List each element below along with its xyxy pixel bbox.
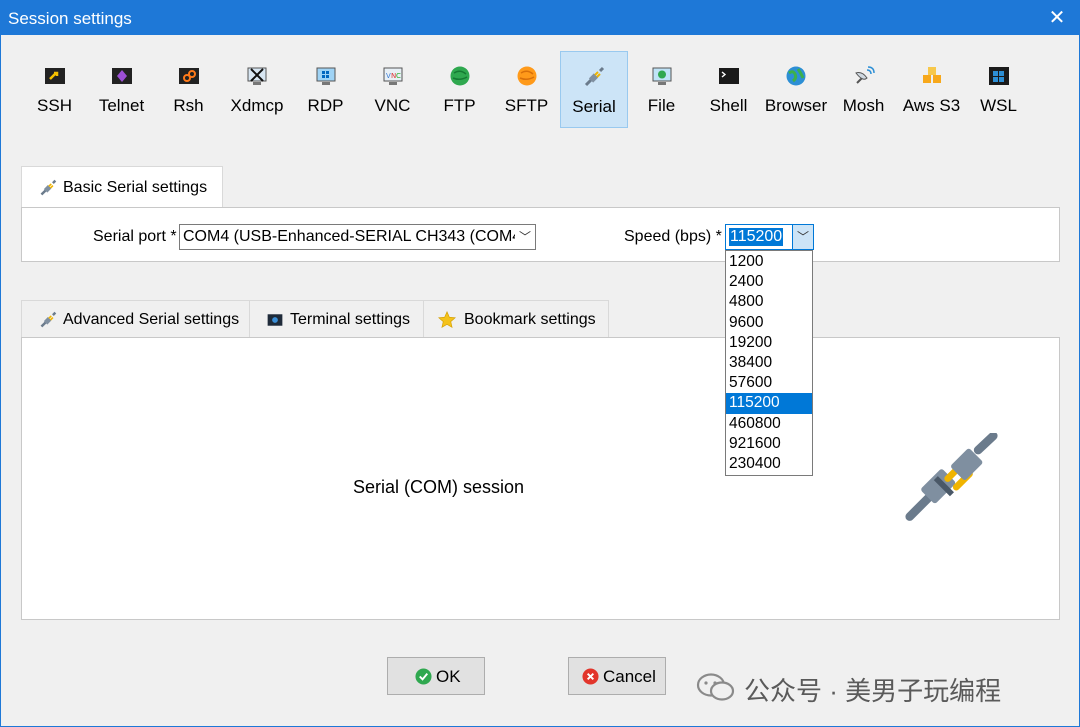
ssh-icon bbox=[44, 68, 65, 84]
serial-port-label: Serial port * bbox=[93, 228, 177, 245]
telnet-icon bbox=[111, 68, 132, 84]
cancel-label: Cancel bbox=[603, 667, 656, 686]
tool-ftp[interactable]: FTP bbox=[426, 51, 493, 128]
browser-globe-icon bbox=[786, 66, 806, 86]
basic-serial-settings-panel: Serial port * COM4 (USB-Enhanced-SERIAL … bbox=[21, 207, 1060, 262]
tool-wsl[interactable]: WSL bbox=[966, 51, 1031, 128]
tool-label: FTP bbox=[443, 96, 476, 115]
tool-telnet[interactable]: Telnet bbox=[88, 51, 155, 128]
wsl-windows-icon bbox=[988, 67, 1009, 85]
tab-label: Terminal settings bbox=[290, 311, 411, 328]
shell-icon bbox=[718, 68, 739, 84]
speed-option[interactable]: 230400 bbox=[726, 454, 812, 474]
tool-browser[interactable]: Browser bbox=[762, 51, 830, 128]
serial-plug-icon bbox=[40, 311, 57, 328]
terminal-icon bbox=[267, 314, 283, 326]
tool-label: Shell bbox=[709, 96, 748, 115]
session-type-toolbar: SSH Telnet Rsh Xdmcp RDP VNC VNC FTP SFT bbox=[21, 51, 1061, 129]
tool-label: SSH bbox=[37, 96, 72, 115]
tool-ssh[interactable]: SSH bbox=[21, 51, 88, 128]
star-icon bbox=[438, 311, 456, 329]
xdmcp-icon bbox=[247, 67, 267, 85]
speed-option[interactable]: 4800 bbox=[726, 292, 812, 312]
tab-bookmark-settings[interactable]: Bookmark settings bbox=[423, 300, 609, 338]
tool-label: Browser bbox=[764, 96, 828, 115]
serial-plug-icon bbox=[905, 433, 998, 521]
ok-label: OK bbox=[436, 667, 461, 686]
tool-label: Aws S3 bbox=[902, 96, 961, 115]
file-icon bbox=[652, 67, 671, 85]
tab-label: Bookmark settings bbox=[464, 311, 596, 328]
speed-option[interactable]: 2400 bbox=[726, 272, 812, 292]
tool-label: Serial bbox=[572, 97, 616, 116]
tool-shell[interactable]: Shell bbox=[695, 51, 762, 128]
session-settings-window: Session settings ✕ SSH Telnet Rsh Xdmcp … bbox=[0, 0, 1080, 727]
serial-port-select[interactable]: COM4 (USB-Enhanced-SERIAL CH343 (COM4 ﹀ bbox=[179, 224, 536, 250]
tool-label: File bbox=[647, 96, 676, 115]
vnc-icon: VNC bbox=[383, 67, 402, 85]
tool-label: VNC bbox=[374, 96, 411, 115]
speed-select[interactable]: 115200 ﹀ bbox=[725, 224, 814, 250]
speed-option[interactable]: 921600 bbox=[726, 434, 812, 454]
session-type-text: Serial (COM) session bbox=[353, 477, 525, 497]
title-bar[interactable]: Session settings ✕ bbox=[1, 1, 1079, 35]
tool-file[interactable]: File bbox=[628, 51, 695, 128]
ok-button[interactable]: OK bbox=[387, 657, 485, 695]
speed-option[interactable]: 9600 bbox=[726, 313, 812, 333]
chevron-down-icon[interactable]: ﹀ bbox=[792, 225, 813, 249]
tool-label: WSL bbox=[980, 96, 1017, 115]
mosh-satellite-icon bbox=[854, 66, 875, 84]
tool-vnc[interactable]: VNC VNC bbox=[359, 51, 426, 128]
serial-port-value: COM4 (USB-Enhanced-SERIAL CH343 (COM4 bbox=[183, 228, 522, 245]
serial-plug-icon bbox=[40, 179, 57, 196]
speed-option[interactable]: 57600 bbox=[726, 373, 812, 393]
tool-label: Rsh bbox=[173, 96, 204, 115]
rdp-icon bbox=[316, 67, 335, 85]
tool-label: Mosh bbox=[842, 96, 885, 115]
window-title: Session settings bbox=[8, 9, 132, 28]
tool-xdmcp[interactable]: Xdmcp bbox=[222, 51, 292, 128]
serial-plug-icon bbox=[584, 66, 605, 87]
rsh-icon bbox=[178, 68, 199, 84]
session-panel: Serial (COM) session bbox=[21, 337, 1060, 620]
watermark-text: 公众号 · 美男子玩编程 bbox=[744, 676, 1002, 706]
tool-label: RDP bbox=[307, 96, 344, 115]
check-icon bbox=[415, 668, 432, 685]
tab-label: Basic Serial settings bbox=[63, 179, 208, 196]
aws-s3-icon bbox=[922, 67, 941, 83]
tool-label: Xdmcp bbox=[230, 96, 284, 115]
tab-advanced-serial-settings[interactable]: Advanced Serial settings bbox=[21, 300, 250, 338]
tool-rsh[interactable]: Rsh bbox=[155, 51, 222, 128]
speed-value: 115200 bbox=[729, 228, 784, 246]
tool-sftp[interactable]: SFTP bbox=[493, 51, 560, 128]
speed-option[interactable]: 460800 bbox=[726, 414, 812, 434]
tool-serial[interactable]: Serial bbox=[560, 51, 628, 128]
tab-basic-serial-settings[interactable]: Basic Serial settings bbox=[21, 166, 223, 208]
speed-dropdown-list[interactable]: 1200 2400 4800 9600 19200 38400 57600 115200 460… bbox=[725, 250, 813, 476]
tool-aws-s3[interactable]: Aws S3 bbox=[897, 51, 966, 128]
ftp-icon bbox=[450, 66, 469, 86]
cancel-button[interactable]: Cancel bbox=[568, 657, 666, 695]
close-button[interactable]: ✕ bbox=[1041, 3, 1073, 33]
cancel-x-icon bbox=[582, 668, 599, 685]
speed-option[interactable]: 115200 bbox=[726, 393, 812, 414]
wechat-icon bbox=[696, 673, 735, 701]
svg-text:C: C bbox=[396, 72, 401, 80]
sftp-icon bbox=[517, 66, 536, 86]
tool-label: Telnet bbox=[98, 96, 145, 115]
tool-rdp[interactable]: RDP bbox=[292, 51, 359, 128]
tool-label: SFTP bbox=[504, 96, 549, 115]
tab-terminal-settings[interactable]: Terminal settings bbox=[249, 300, 424, 338]
speed-option[interactable]: 1200 bbox=[726, 252, 812, 272]
chevron-down-icon[interactable]: ﹀ bbox=[515, 225, 535, 249]
speed-option[interactable]: 38400 bbox=[726, 353, 812, 373]
tab-label: Advanced Serial settings bbox=[63, 311, 240, 328]
speed-option[interactable]: 19200 bbox=[726, 333, 812, 353]
tool-mosh[interactable]: Mosh bbox=[830, 51, 897, 128]
speed-label: Speed (bps) * bbox=[624, 228, 722, 245]
